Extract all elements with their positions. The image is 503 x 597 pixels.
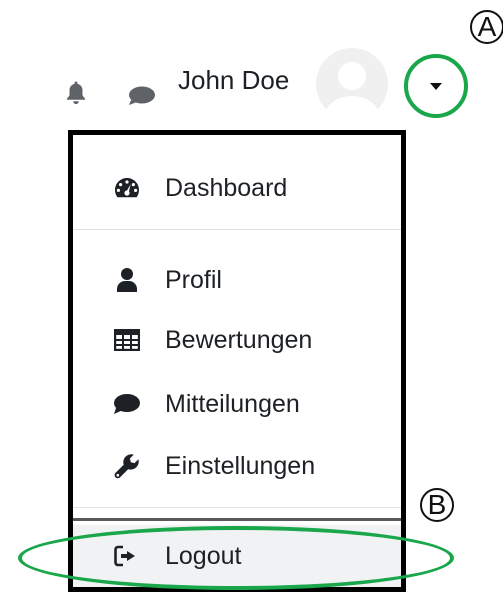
- bell-icon[interactable]: [64, 80, 88, 106]
- menu-divider-dark: [73, 518, 401, 521]
- menu-item-label: Profil: [165, 265, 222, 294]
- menu-item-logout[interactable]: Logout: [73, 525, 401, 587]
- menu-item-bewertungen[interactable]: Bewertungen: [73, 311, 401, 369]
- menu-item-label: Einstellungen: [165, 451, 316, 480]
- callout-marker-a: A: [470, 10, 503, 44]
- dashboard-gauge-icon: [113, 174, 141, 202]
- menu-divider: [73, 507, 401, 508]
- menu-item-label: Mitteilungen: [165, 389, 300, 418]
- callout-marker-b: B: [420, 488, 454, 522]
- messages-chat-icon[interactable]: [128, 86, 156, 106]
- avatar[interactable]: [316, 48, 388, 120]
- menu-item-label: Logout: [165, 541, 242, 570]
- user-dropdown-menu: Dashboard Profil Bewertungen Mitteilunge…: [68, 130, 406, 592]
- menu-item-label: Bewertungen: [165, 325, 313, 354]
- user-icon: [113, 266, 141, 294]
- menu-item-einstellungen[interactable]: Einstellungen: [73, 437, 401, 495]
- sign-out-icon: [113, 542, 141, 570]
- menu-item-dashboard[interactable]: Dashboard: [73, 159, 401, 217]
- caret-down-icon: [430, 83, 442, 90]
- user-menu-toggle-button[interactable]: [404, 54, 468, 118]
- menu-item-label: Dashboard: [165, 173, 288, 202]
- chat-bubble-icon: [113, 390, 141, 418]
- menu-item-mitteilungen[interactable]: Mitteilungen: [73, 375, 401, 433]
- user-name[interactable]: John Doe: [178, 64, 289, 96]
- wrench-icon: [113, 452, 141, 480]
- table-grid-icon: [113, 326, 141, 354]
- menu-item-profil[interactable]: Profil: [73, 251, 401, 309]
- menu-divider: [73, 229, 401, 230]
